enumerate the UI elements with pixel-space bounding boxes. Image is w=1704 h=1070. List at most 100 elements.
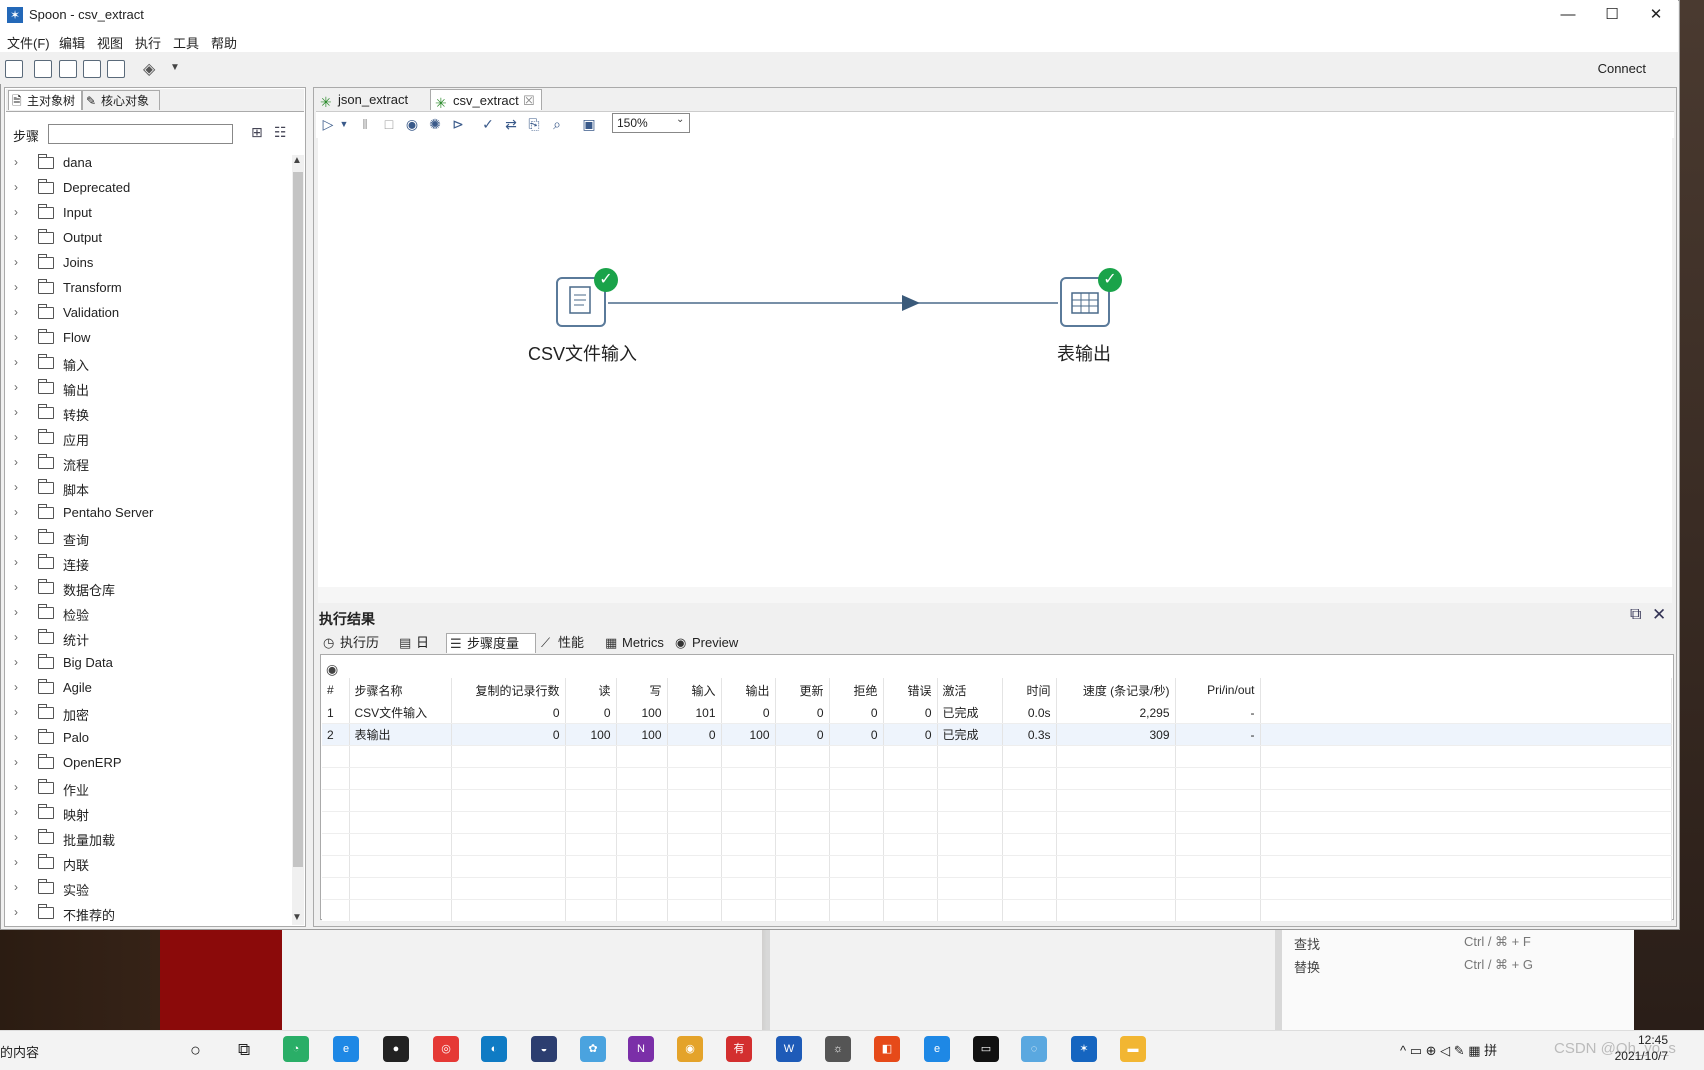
table-row[interactable]: 2 表输出 0 100 100 0 100 0 0 0 已完成 0.3s 309- [322, 723, 1672, 746]
tree-item[interactable]: › 输入 [14, 351, 284, 376]
onenote-icon[interactable]: N [628, 1036, 654, 1062]
eclipse-icon[interactable]: ◒ [531, 1036, 557, 1062]
show-only-active-icon[interactable]: ◉ [326, 661, 338, 678]
chevron-right-icon[interactable]: › [14, 780, 24, 794]
preview-icon[interactable]: ◉ [404, 116, 420, 132]
netease-music-icon[interactable]: ◎ [433, 1036, 459, 1062]
close-window-button[interactable]: ✕ [1636, 4, 1676, 26]
save-icon[interactable] [83, 60, 101, 78]
tree-item[interactable]: › 转换 [14, 401, 284, 426]
chevron-right-icon[interactable]: › [14, 405, 24, 419]
taskbar-search-text[interactable]: 的内容 [0, 1042, 39, 1061]
sql-icon[interactable]: ⎘ [526, 116, 542, 132]
browser-ie-icon[interactable]: e [333, 1036, 359, 1062]
run-icon[interactable]: ▷ [320, 116, 336, 132]
menu-tools[interactable]: 工具 [173, 33, 199, 52]
tab-metrics[interactable]: ▦ Metrics [602, 633, 670, 653]
browser-icon[interactable]: e [924, 1036, 950, 1062]
wechat-icon[interactable]: ◔ [283, 1036, 309, 1062]
tab-main-object-tree[interactable]: 🗎 主对象树 [8, 90, 82, 110]
tree-item[interactable]: › 数据仓库 [14, 576, 284, 601]
column-header[interactable]: 拒绝 [829, 678, 884, 702]
chevron-right-icon[interactable]: › [14, 455, 24, 469]
debug-icon[interactable]: ✺ [427, 116, 443, 132]
chevron-right-icon[interactable]: › [14, 705, 24, 719]
chevron-right-icon[interactable]: › [14, 755, 24, 769]
tree-item[interactable]: › 加密 [14, 701, 284, 726]
chevron-right-icon[interactable]: › [14, 655, 24, 669]
tree-item[interactable]: › 不推荐的 [14, 901, 284, 926]
save-as-icon[interactable] [107, 60, 125, 78]
chevron-right-icon[interactable]: › [14, 380, 24, 394]
tab-log[interactable]: ▤日志 [396, 633, 444, 670]
tree-item[interactable]: › 统计 [14, 626, 284, 651]
tree-scrollbar-thumb[interactable] [293, 172, 303, 867]
tree-item[interactable]: › Flow [14, 326, 284, 351]
youdao-icon[interactable]: 有 [726, 1036, 752, 1062]
tree-item[interactable]: › 映射 [14, 801, 284, 826]
column-header[interactable]: 错误 [883, 678, 938, 702]
app-icon[interactable]: ✿ [580, 1036, 606, 1062]
chevron-right-icon[interactable]: › [14, 430, 24, 444]
tab-core-objects[interactable]: ✎ 核心对象 [82, 90, 160, 110]
menu-view[interactable]: 视图 [97, 33, 123, 52]
maximize-button[interactable]: ☐ [1592, 4, 1632, 26]
column-header[interactable]: 激活 [937, 678, 1003, 702]
tree-item[interactable]: › 实验 [14, 876, 284, 901]
connect-button[interactable]: Connect [1598, 61, 1646, 76]
chevron-right-icon[interactable]: › [14, 880, 24, 894]
chevron-right-icon[interactable]: › [14, 305, 24, 319]
column-header[interactable]: 复制的记录行数 [451, 678, 566, 702]
layers-icon[interactable]: ◈ [143, 59, 155, 79]
run-options-chevron-icon[interactable]: ▼ [336, 116, 352, 132]
tab-preview-data[interactable]: ◉Preview data [672, 633, 770, 670]
tree-item[interactable]: › 批量加载 [14, 826, 284, 851]
terminal-icon[interactable]: ▭ [973, 1036, 999, 1062]
chevron-right-icon[interactable]: › [14, 855, 24, 869]
tree-item[interactable]: › Input [14, 201, 284, 226]
tree-item[interactable]: › Big Data [14, 651, 284, 676]
tab-execution-history[interactable]: ◷执行历史 [320, 633, 394, 670]
tab-step-metrics[interactable]: ☰ 步骤度量 [446, 633, 536, 653]
chevron-right-icon[interactable]: › [14, 180, 24, 194]
impact-icon[interactable]: ⇄ [503, 116, 519, 132]
tree-item[interactable]: › Agile [14, 676, 284, 701]
menu-help[interactable]: 帮助 [211, 33, 237, 52]
column-header[interactable]: # [322, 678, 350, 702]
table-row[interactable]: 1 CSV文件输入 0 0 100 101 0 0 0 0 已完成 0.0s 2,295- [322, 702, 1672, 724]
column-header[interactable]: 步骤名称 [349, 678, 452, 702]
tab-json-extract[interactable]: ✳ json_extract [316, 89, 428, 110]
chevron-right-icon[interactable]: › [14, 355, 24, 369]
scroll-up-icon[interactable]: ▲ [292, 155, 302, 166]
tree-item[interactable]: › 脚本 [14, 476, 284, 501]
minimize-button[interactable]: — [1548, 4, 1588, 26]
pause-icon[interactable]: ‖ [357, 116, 373, 132]
tree-item[interactable]: › dana [14, 151, 284, 176]
title-bar[interactable] [0, 0, 1678, 30]
chevron-right-icon[interactable]: › [14, 630, 24, 644]
chevron-right-icon[interactable]: › [14, 505, 24, 519]
menu-run[interactable]: 执行 [135, 33, 161, 52]
chevron-right-icon[interactable]: › [14, 330, 24, 344]
canvas-horizontal-scrollbar[interactable] [318, 587, 1672, 603]
tree-item[interactable]: › Transform [14, 276, 284, 301]
tray-icons[interactable]: ^ ▭ ⊕ ◁ ✎ ▦ 拼 [1400, 1040, 1497, 1059]
tree-item[interactable]: › 流程 [14, 451, 284, 476]
chevron-down-icon[interactable]: ⌄ [676, 114, 684, 125]
chevron-right-icon[interactable]: › [14, 530, 24, 544]
canvas-vertical-scrollbar[interactable] [1652, 137, 1672, 587]
edge-icon[interactable]: ◐ [481, 1036, 507, 1062]
chevron-right-icon[interactable]: › [14, 255, 24, 269]
chevron-right-icon[interactable]: › [14, 230, 24, 244]
expand-tree-icon[interactable]: ⊞ [251, 124, 263, 141]
column-header[interactable]: 速度 (条记录/秒) [1056, 678, 1176, 702]
tree-item[interactable]: › 应用 [14, 426, 284, 451]
stop-icon[interactable]: □ [381, 116, 397, 132]
chevron-right-icon[interactable]: › [14, 905, 24, 919]
tree-item[interactable]: › 作业 [14, 776, 284, 801]
chevron-right-icon[interactable]: › [14, 280, 24, 294]
verify-icon[interactable]: ✓ [480, 116, 496, 132]
chevron-right-icon[interactable]: › [14, 830, 24, 844]
step-search-input[interactable] [48, 124, 233, 144]
new-file-icon[interactable] [5, 60, 23, 78]
